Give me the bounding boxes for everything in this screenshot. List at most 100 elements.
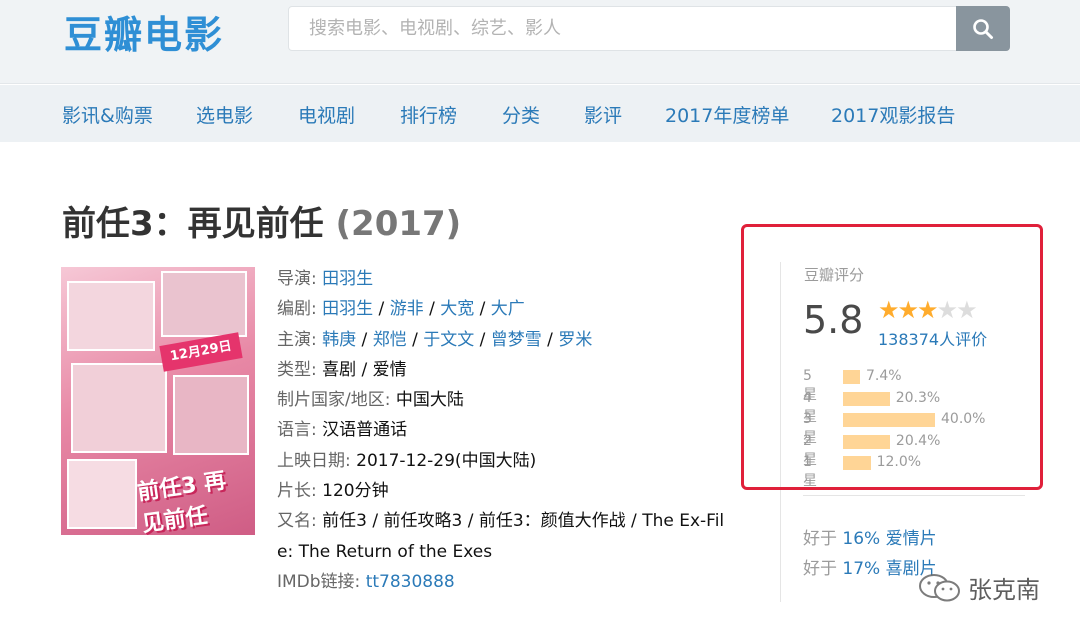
better-than-prefix: 好于 xyxy=(803,529,837,549)
rating-panel: 豆瓣评分 5.8 ★★★★★ 138374人评价 5星 7.4% 4星 20.3% 3星… xyxy=(780,262,1026,602)
nav-bar: 影讯&购票 选电影 电视剧 排行榜 分类 影评 2017年度榜单 2017观影报… xyxy=(0,85,1080,142)
rating-dist-bar xyxy=(843,434,890,449)
nav-item-tickets[interactable]: 影讯&购票 xyxy=(62,101,153,128)
star-empty-icon: ★ xyxy=(956,296,977,324)
imdb-link[interactable]: tt7830888 xyxy=(366,572,455,592)
movie-poster[interactable]: 12月29日 前任3 再见前任 xyxy=(61,267,255,535)
rating-label: 豆瓣评分 xyxy=(804,266,865,284)
director-label: 导演 xyxy=(277,269,311,289)
nav-item-annual-report[interactable]: 2017观影报告 xyxy=(831,101,955,128)
rating-dist-bar xyxy=(843,456,871,470)
search-input[interactable] xyxy=(289,7,957,50)
language-row: 语言: 汉语普通话 xyxy=(277,415,755,445)
country-row: 制片国家/地区: 中国大陆 xyxy=(277,385,755,415)
genre-label: 类型: xyxy=(277,359,317,380)
director-link[interactable]: 田羽生 xyxy=(322,269,373,289)
better-than-row: 好于 17% 喜剧片 xyxy=(803,554,937,579)
director-row: 导演: 田羽生 xyxy=(277,264,755,294)
cast-link[interactable]: 罗米 xyxy=(558,330,592,350)
writer-row: 编剧: 田羽生 / 游非 / 大宽 / 大广 xyxy=(277,294,755,324)
poster-photo-tile xyxy=(173,375,249,455)
runtime-label: 片长: xyxy=(277,481,317,502)
star-empty-icon: ★ xyxy=(936,296,958,324)
star-filled-icon: ★ xyxy=(897,296,919,324)
search-icon xyxy=(973,19,993,39)
nav-item-tv[interactable]: 电视剧 xyxy=(298,101,355,128)
wechat-icon xyxy=(919,574,960,602)
poster-photo-tile xyxy=(67,281,155,351)
country-label: 制片国家/地区: xyxy=(277,390,391,411)
movie-title: 前任3：再见前任 xyxy=(62,204,324,244)
rating-dist-bar xyxy=(843,413,935,427)
language-label: 语言: xyxy=(277,420,317,441)
rating-dist-percent: 20.3% xyxy=(895,389,941,406)
douban-movie-logo[interactable]: 豆瓣电影 xyxy=(64,4,224,59)
cast-row: 主演: 韩庚 / 郑恺 / 于文文 / 曾梦雪 / 罗米 xyxy=(277,325,755,355)
search-box xyxy=(288,6,1010,51)
rating-dist-percent: 40.0% xyxy=(941,411,986,427)
rating-stars: ★★★★★ xyxy=(878,296,978,324)
aka-value-continued: e: The Return of the Exes xyxy=(277,541,493,562)
country-value: 中国大陆 xyxy=(395,390,464,411)
poster-photo-tile xyxy=(71,363,167,453)
nav-item-tags[interactable]: 分类 xyxy=(502,101,540,128)
nav-item-charts[interactable]: 排行榜 xyxy=(400,101,457,128)
writer-link[interactable]: 大宽 xyxy=(440,299,474,319)
rating-dist-percent: 7.4% xyxy=(866,368,902,384)
movie-info: 导演: 田羽生 编剧: 田羽生 / 游非 / 大宽 / 大广 主演: 韩庚 / … xyxy=(277,264,755,597)
cast-link[interactable]: 曾梦雪 xyxy=(491,330,542,350)
runtime-row: 片长: 120分钟 xyxy=(277,476,755,506)
imdb-row: IMDb链接: tt7830888 xyxy=(277,567,755,597)
better-than-link[interactable]: 16% 爱情片 xyxy=(842,529,936,549)
release-label: 上映日期: xyxy=(277,450,351,471)
rating-dist-bar xyxy=(843,370,861,384)
cast-link[interactable]: 于文文 xyxy=(423,330,474,350)
nav-item-reviews[interactable]: 影评 xyxy=(584,101,622,128)
movie-year: (2017) xyxy=(335,204,462,244)
separator: / xyxy=(423,299,441,320)
separator: / xyxy=(474,329,491,350)
separator: / xyxy=(541,329,559,350)
cast-label: 主演 xyxy=(277,329,311,350)
poster-photo-tile xyxy=(161,271,247,337)
imdb-label: IMDb链接: xyxy=(277,571,361,592)
colon: : xyxy=(311,299,323,320)
top-bar: 豆瓣电影 xyxy=(0,0,1080,84)
nav-item-annual-list[interactable]: 2017年度榜单 xyxy=(665,101,789,128)
page-title: 前任3：再见前任 (2017) xyxy=(62,196,461,245)
rating-votes-link[interactable]: 138374人评价 xyxy=(878,326,987,350)
separator: / xyxy=(356,329,373,350)
rating-dist-percent: 20.4% xyxy=(895,432,941,449)
writer-link[interactable]: 游非 xyxy=(390,299,424,319)
writer-link[interactable]: 大广 xyxy=(491,299,525,319)
aka-row-continued: e: The Return of the Exes xyxy=(277,537,755,567)
colon: : xyxy=(311,329,323,350)
aka-value: 前任3 / 前任攻略3 / 前任3：颜值大作战 / The Ex-Fil xyxy=(322,511,725,532)
colon: : xyxy=(311,269,323,289)
rating-dist-percent: 12.0% xyxy=(876,454,922,470)
nav-item-explore[interactable]: 选电影 xyxy=(196,101,253,128)
rating-dist-label: 1星 xyxy=(803,454,817,489)
separator: / xyxy=(406,329,424,350)
divider xyxy=(803,495,1025,496)
watermark-text: 张克南 xyxy=(968,576,1040,604)
writer-link[interactable]: 田羽生 xyxy=(322,299,373,319)
release-row: 上映日期: 2017-12-29(中国大陆) xyxy=(277,446,755,476)
search-button[interactable] xyxy=(956,6,1010,51)
star-filled-icon: ★ xyxy=(917,296,938,324)
poster-photo-tile xyxy=(67,459,137,529)
genre-row: 类型: 喜剧 / 爱情 xyxy=(277,355,755,385)
writer-label: 编剧 xyxy=(277,299,311,320)
runtime-value: 120分钟 xyxy=(322,481,389,502)
release-value: 2017-12-29(中国大陆) xyxy=(356,450,537,471)
aka-label: 又名: xyxy=(277,511,317,532)
rating-dist-bar xyxy=(843,391,890,406)
aka-row: 又名: 前任3 / 前任攻略3 / 前任3：颜值大作战 / The Ex-Fil xyxy=(277,506,755,536)
cast-link[interactable]: 韩庚 xyxy=(322,330,356,350)
better-than-row: 好于 16% 爱情片 xyxy=(803,524,937,549)
better-than-prefix: 好于 xyxy=(803,559,837,579)
cast-link[interactable]: 郑恺 xyxy=(373,330,407,350)
genre-value: 喜剧 / 爱情 xyxy=(322,359,407,380)
language-value: 汉语普通话 xyxy=(322,420,408,441)
rating-score: 5.8 xyxy=(803,298,864,342)
